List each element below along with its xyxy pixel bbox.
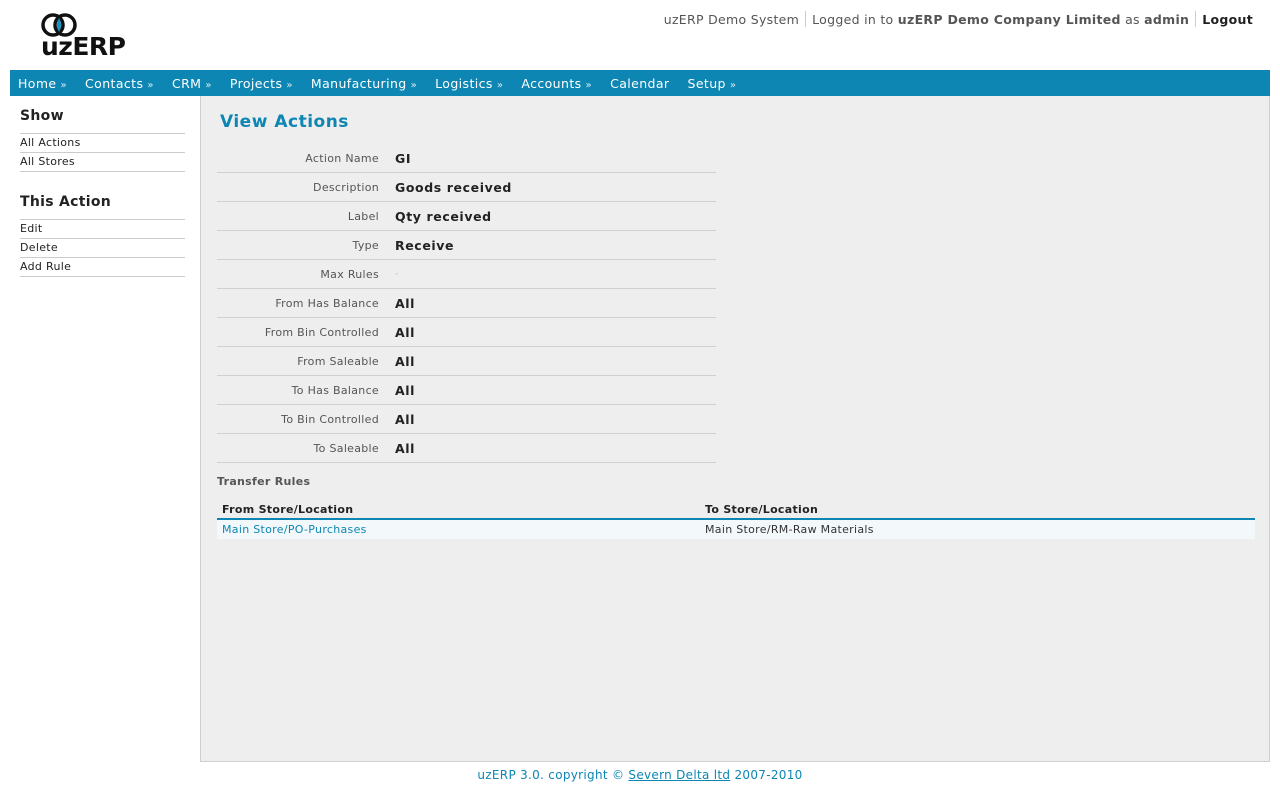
login-info: Logged in to uzERP Demo Company Limited … [812,11,1190,27]
from-location-link[interactable]: Main Store/PO-Purchases [217,523,705,536]
divider [805,11,807,27]
detail-label: From Saleable [297,354,379,368]
detail-row: To Bin Controlled All [217,405,716,434]
detail-label: Type [352,238,379,252]
sidebar-heading-this-action: This Action [20,194,185,220]
detail-row: Type Receive [217,231,716,260]
detail-row: From Saleable All [217,347,716,376]
detail-label: From Has Balance [275,296,379,310]
system-name: uzERP Demo System [663,11,800,27]
detail-value: All [395,353,416,369]
submenu-arrow-icon: » [286,79,293,91]
detail-value: All [395,295,416,311]
submenu-arrow-icon: » [147,79,154,91]
detail-row: Max Rules - [217,260,716,289]
detail-row: Action Name GI [217,144,716,173]
main-nav: Home» Contacts» CRM» Projects» Manufacturing… [10,70,1270,96]
detail-label: From Bin Controlled [264,325,379,339]
detail-row: From Has Balance All [217,289,716,318]
nav-item-manufacturing[interactable]: Manufacturing» [311,76,417,91]
column-header-from[interactable]: From Store/Location [217,503,705,516]
detail-label: Max Rules [320,267,379,281]
detail-value: Goods received [395,179,512,195]
submenu-arrow-icon: » [585,79,593,91]
submenu-arrow-icon: » [496,79,504,91]
nav-item-projects[interactable]: Projects» [230,76,293,91]
detail-value: All [395,411,416,427]
detail-row: From Bin Controlled All [217,318,716,347]
nav-item-contacts[interactable]: Contacts» [85,76,154,91]
detail-label: Action Name [305,151,379,165]
detail-row: To Saleable All [217,434,716,463]
transfer-rules-table: From Store/Location To Store/Location Ma… [217,500,1255,539]
submenu-arrow-icon: » [410,79,418,91]
nav-item-logistics[interactable]: Logistics» [435,76,503,91]
page-title: View Actions [220,112,349,132]
nav-item-home[interactable]: Home» [18,76,67,91]
detail-row: Description Goods received [217,173,716,202]
detail-value: All [395,440,416,456]
detail-label: Label [347,209,379,223]
username: admin [1144,11,1190,27]
submenu-arrow-icon: » [205,79,212,91]
transfer-rules-title: Transfer Rules [217,475,311,488]
sidebar-item-all-actions[interactable]: All Actions [20,134,185,153]
detail-value: GI [395,150,412,166]
nav-item-crm[interactable]: CRM» [172,76,212,91]
footer-company-link[interactable]: Severn Delta ltd [628,768,730,782]
detail-label: To Has Balance [291,383,379,397]
uzerp-logo[interactable]: uzERP [41,13,141,61]
detail-label: To Saleable [313,441,379,455]
detail-row: To Has Balance All [217,376,716,405]
nav-item-setup[interactable]: Setup» [687,76,736,91]
submenu-arrow-icon: » [60,79,68,91]
sidebar-item-all-stores[interactable]: All Stores [20,153,185,172]
detail-value: - [395,269,399,279]
detail-value: All [395,324,416,340]
nav-item-calendar[interactable]: Calendar [610,76,669,91]
submenu-arrow-icon: » [729,79,737,91]
company-name: uzERP Demo Company Limited [897,11,1121,27]
sidebar-item-edit[interactable]: Edit [20,220,185,239]
footer: uzERP 3.0. copyright © Severn Delta ltd … [477,768,803,782]
action-details: Action Name GI Description Goods received La… [217,144,716,463]
sidebar-heading-show: Show [20,108,185,134]
nav-item-accounts[interactable]: Accounts» [521,76,592,91]
sidebar-item-add-rule[interactable]: Add Rule [20,258,185,277]
table-header: From Store/Location To Store/Location [217,500,1255,520]
logout-link[interactable]: Logout [1202,12,1253,27]
detail-value: Receive [395,237,455,253]
user-bar: uzERP Demo System Logged in to uzERP Dem… [664,11,1253,27]
detail-label: Description [313,180,379,194]
main-panel: View Actions Action Name GI Description Goo… [200,96,1270,762]
column-header-to[interactable]: To Store/Location [705,503,1255,516]
logo-text: uzERP [41,32,126,61]
sidebar: Show All Actions All Stores This Action … [20,108,185,277]
detail-value: All [395,382,416,398]
detail-value: Qty received [395,208,492,224]
divider [1195,11,1197,27]
detail-label: To Bin Controlled [281,412,379,426]
detail-row: Label Qty received [217,202,716,231]
sidebar-item-delete[interactable]: Delete [20,239,185,258]
to-location: Main Store/RM-Raw Materials [705,523,874,536]
table-row: Main Store/PO-Purchases Main Store/RM-Ra… [217,520,1255,539]
